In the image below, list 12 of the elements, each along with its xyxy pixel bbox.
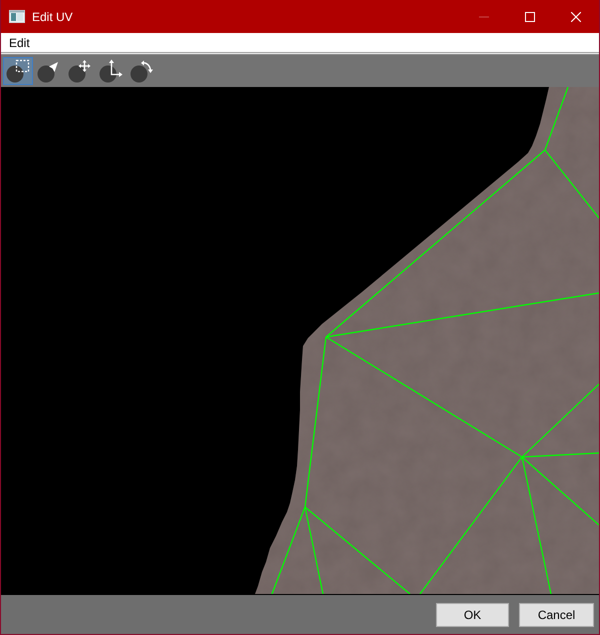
curved-arrow-icon: [130, 59, 154, 83]
cancel-button[interactable]: Cancel: [519, 602, 594, 626]
axes-icon: [99, 59, 123, 83]
rectangle-select-tool[interactable]: [3, 57, 33, 85]
dashed-rectangle-icon: [6, 59, 30, 83]
ok-button[interactable]: OK: [436, 602, 509, 626]
window-icon: [9, 10, 25, 23]
arrow-pointer-icon: [37, 59, 61, 83]
menu-item[interactable]: Edit: [1, 36, 38, 50]
window-title: Edit UV: [32, 10, 73, 24]
four-way-arrow-icon: [68, 59, 92, 83]
uv-canvas[interactable]: [1, 87, 599, 595]
